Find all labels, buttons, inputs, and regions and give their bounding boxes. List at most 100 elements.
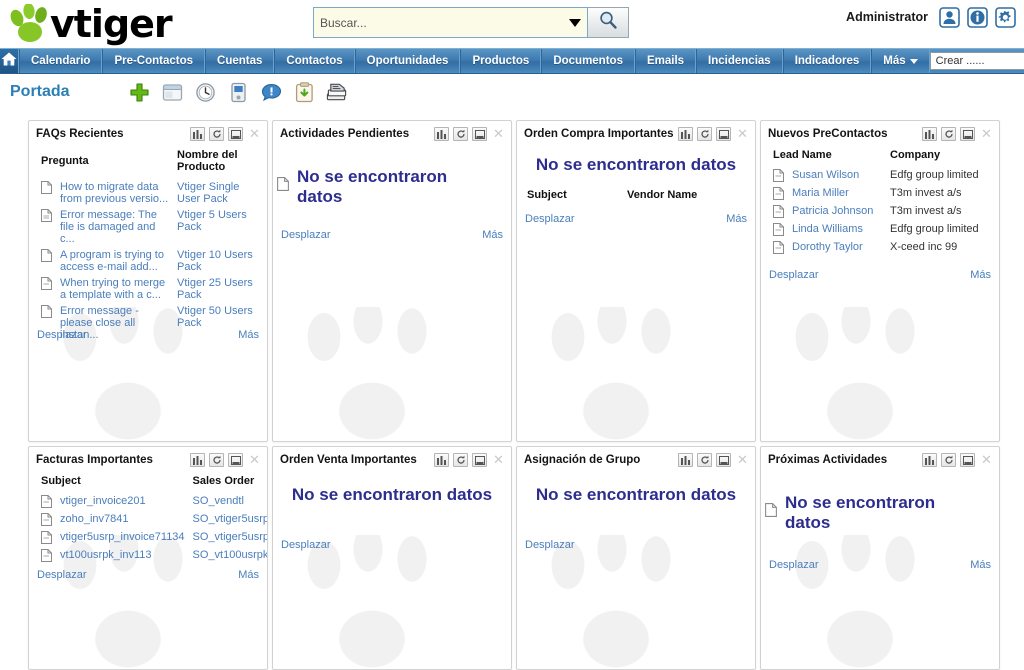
close-icon[interactable]: ✕ — [247, 127, 262, 141]
more-link[interactable]: Más — [970, 269, 991, 281]
faq-question-link[interactable]: Error message: The file is damaged and c… — [60, 209, 157, 245]
scroll-link[interactable]: Desplazar — [37, 329, 87, 341]
faq-question-link[interactable]: A program is trying to access e-mail add… — [60, 249, 164, 273]
lead-name-link[interactable]: Linda Williams — [792, 223, 863, 235]
faq-product[interactable]: Vtiger 25 Users Pack — [173, 275, 259, 303]
lead-name[interactable]: Maria Miller — [788, 185, 886, 203]
gear-icon[interactable] — [994, 6, 1016, 28]
add-plus-icon[interactable] — [128, 81, 150, 103]
chart-icon[interactable] — [678, 453, 693, 467]
scroll-link[interactable]: Desplazar — [769, 559, 819, 571]
chart-icon[interactable] — [190, 453, 205, 467]
scroll-link[interactable]: Desplazar — [525, 213, 575, 225]
invoice-sales-order[interactable]: SO_vtiger5usrp — [189, 529, 268, 547]
invoice-subject[interactable]: vt100usrpk_inv113 — [56, 547, 189, 565]
minimize-icon[interactable] — [716, 127, 731, 141]
table-row[interactable]: vtiger_invoice201 SO_vendtl — [37, 493, 268, 511]
invoice-subject-link[interactable]: vtiger5usrp_invoice71134 — [60, 531, 185, 543]
faq-question-link[interactable]: When trying to merge a template with a c… — [60, 277, 165, 301]
table-row[interactable]: Linda Williams Edfg group limited — [769, 221, 991, 239]
close-icon[interactable]: ✕ — [735, 453, 750, 467]
chart-icon[interactable] — [190, 127, 205, 141]
faq-product[interactable]: Vtiger Single User Pack — [173, 179, 259, 207]
refresh-icon[interactable] — [941, 127, 956, 141]
invoice-sales-order[interactable]: SO_vendtl — [189, 493, 268, 511]
refresh-icon[interactable] — [209, 127, 224, 141]
table-row[interactable]: When trying to merge a template with a c… — [37, 275, 259, 303]
sales-order-link[interactable]: SO_vtiger5usrp — [193, 513, 268, 525]
faq-product[interactable]: Vtiger 5 Users Pack — [173, 207, 259, 247]
close-icon[interactable]: ✕ — [735, 127, 750, 141]
chart-icon[interactable] — [922, 453, 937, 467]
scroll-link[interactable]: Desplazar — [281, 539, 331, 551]
minimize-icon[interactable] — [228, 453, 243, 467]
table-row[interactable]: Error message: The file is damaged and c… — [37, 207, 259, 247]
scroll-link[interactable]: Desplazar — [525, 539, 575, 551]
lead-name[interactable]: Linda Williams — [788, 221, 886, 239]
nav-item-oportunidades[interactable]: Oportunidades — [355, 49, 461, 73]
more-link[interactable]: Más — [238, 329, 259, 341]
clipboard-download-icon[interactable] — [293, 81, 315, 103]
table-row[interactable]: Maria Miller T3m invest a/s — [769, 185, 991, 203]
table-row[interactable]: How to migrate data from previous versio… — [37, 179, 259, 207]
nav-item-mas[interactable]: Más — [871, 49, 929, 73]
nav-item-cuentas[interactable]: Cuentas — [205, 49, 274, 73]
faq-question[interactable]: A program is trying to access e-mail add… — [56, 247, 173, 275]
more-link[interactable]: Más — [238, 569, 259, 581]
documents-stack-icon[interactable] — [326, 81, 348, 103]
minimize-icon[interactable] — [228, 127, 243, 141]
create-dropdown[interactable]: Crear ...... — [930, 49, 1024, 73]
invoice-subject-link[interactable]: zoho_inv7841 — [60, 513, 129, 525]
faq-product-link[interactable]: Vtiger 10 Users Pack — [177, 249, 253, 273]
sales-order-link[interactable]: SO_vendtl — [193, 495, 244, 507]
invoice-sales-order[interactable]: SO_vtiger5usrp — [189, 511, 268, 529]
refresh-icon[interactable] — [941, 453, 956, 467]
faq-product-link[interactable]: Vtiger Single User Pack — [177, 181, 239, 205]
nav-item-productos[interactable]: Productos — [460, 49, 541, 73]
faq-product-link[interactable]: Vtiger 50 Users Pack — [177, 305, 253, 329]
more-link[interactable]: Más — [970, 559, 991, 571]
nav-home[interactable] — [0, 49, 19, 73]
lead-name-link[interactable]: Maria Miller — [792, 187, 849, 199]
more-link[interactable]: Más — [726, 213, 747, 225]
nav-item-incidencias[interactable]: Incidencias — [696, 49, 783, 73]
lead-name[interactable]: Patricia Johnson — [788, 203, 886, 221]
scroll-link[interactable]: Desplazar — [37, 569, 87, 581]
invoice-subject[interactable]: zoho_inv7841 — [56, 511, 189, 529]
refresh-icon[interactable] — [209, 453, 224, 467]
invoice-subject[interactable]: vtiger5usrp_invoice71134 — [56, 529, 189, 547]
minimize-icon[interactable] — [960, 127, 975, 141]
chart-icon[interactable] — [922, 127, 937, 141]
nav-item-contactos[interactable]: Contactos — [274, 49, 354, 73]
brand-logo[interactable]: vtiger — [8, 2, 172, 46]
table-row[interactable]: A program is trying to access e-mail add… — [37, 247, 259, 275]
info-icon[interactable] — [966, 6, 988, 28]
faq-product-link[interactable]: Vtiger 5 Users Pack — [177, 209, 247, 233]
scroll-link[interactable]: Desplazar — [281, 229, 331, 241]
close-icon[interactable]: ✕ — [979, 127, 994, 141]
faq-question[interactable]: How to migrate data from previous versio… — [56, 179, 173, 207]
nav-item-calendario[interactable]: Calendario — [19, 49, 102, 73]
create-select[interactable]: Crear ...... — [930, 52, 1024, 70]
table-row[interactable]: zoho_inv7841 SO_vtiger5usrp — [37, 511, 268, 529]
invoice-sales-order[interactable]: SO_vt100usrpk — [189, 547, 268, 565]
faq-question[interactable]: When trying to merge a template with a c… — [56, 275, 173, 303]
refresh-icon[interactable] — [697, 453, 712, 467]
refresh-icon[interactable] — [697, 127, 712, 141]
chart-icon[interactable] — [678, 127, 693, 141]
refresh-icon[interactable] — [453, 127, 468, 141]
close-icon[interactable]: ✕ — [979, 453, 994, 467]
minimize-icon[interactable] — [472, 127, 487, 141]
lead-name-link[interactable]: Susan Wilson — [792, 169, 859, 181]
minimize-icon[interactable] — [716, 453, 731, 467]
table-row[interactable]: Patricia Johnson T3m invest a/s — [769, 203, 991, 221]
scroll-link[interactable]: Desplazar — [769, 269, 819, 281]
close-icon[interactable]: ✕ — [247, 453, 262, 467]
sales-order-link[interactable]: SO_vt100usrpk — [193, 549, 268, 561]
chart-icon[interactable] — [434, 453, 449, 467]
refresh-icon[interactable] — [453, 453, 468, 467]
faq-question-link[interactable]: How to migrate data from previous versio… — [60, 181, 168, 205]
chevron-down-icon[interactable] — [569, 19, 581, 27]
faq-product-link[interactable]: Vtiger 25 Users Pack — [177, 277, 253, 301]
nav-item-indicadores[interactable]: Indicadores — [783, 49, 872, 73]
